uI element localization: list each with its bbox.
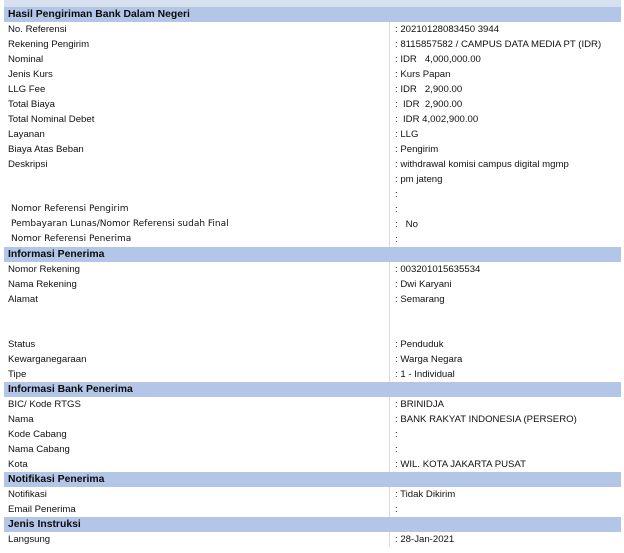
value-deskripsi: : withdrawal komisi campus digital mgmp … xyxy=(390,157,621,202)
transfer-result-table: Hasil Pengiriman Bank Dalam Negeri No. R… xyxy=(4,7,621,547)
row-notifikasi: Notifikasi : Tidak Dikirim xyxy=(4,487,621,502)
row-layanan: Layanan : LLG xyxy=(4,127,621,142)
label-nominal: Nominal xyxy=(4,52,390,67)
value-email-penerima: : xyxy=(390,502,621,517)
value-langsung: : 28-Jan-2021 xyxy=(390,532,621,547)
value-total-nominal-debet: : IDR 4,002,900.00 xyxy=(390,112,621,127)
label-nama-bank: Nama xyxy=(4,412,390,427)
row-alamat: Alamat : Semarang xyxy=(4,292,621,337)
section-header-hasil: Hasil Pengiriman Bank Dalam Negeri xyxy=(4,7,621,22)
section-header-bank: Informasi Bank Penerima xyxy=(4,382,621,397)
label-langsung: Langsung xyxy=(4,532,390,547)
label-no-referensi: No. Referensi xyxy=(4,22,390,37)
row-nomor-referensi-penerima: Nomor Referensi Penerima : xyxy=(4,232,621,247)
label-alamat: Alamat xyxy=(4,292,390,337)
value-pembayaran-lunas: : No xyxy=(390,217,621,232)
label-notifikasi: Notifikasi xyxy=(4,487,390,502)
label-jenis-kurs: Jenis Kurs xyxy=(4,67,390,82)
value-nominal: : IDR 4,000,000.00 xyxy=(390,52,621,67)
value-nama-cabang: : xyxy=(390,442,621,457)
label-rekening-pengirim: Rekening Pengirim xyxy=(4,37,390,52)
row-status: Status : Penduduk xyxy=(4,337,621,352)
value-rekening-pengirim: : 8115857582 / CAMPUS DATA MEDIA PT (IDR… xyxy=(390,37,621,52)
row-nama-bank: Nama : BANK RAKYAT INDONESIA (PERSERO) xyxy=(4,412,621,427)
value-bic: : BRINIDJA xyxy=(390,397,621,412)
label-total-nominal-debet: Total Nominal Debet xyxy=(4,112,390,127)
value-llg-fee: : IDR 2,900.00 xyxy=(390,82,621,97)
row-total-nominal-debet: Total Nominal Debet : IDR 4,002,900.00 xyxy=(4,112,621,127)
row-tipe: Tipe : 1 - Individual xyxy=(4,367,621,382)
value-total-biaya: : IDR 2,900.00 xyxy=(390,97,621,112)
label-kewarganegaraan: Kewarganegaraan xyxy=(4,352,390,367)
label-nomor-referensi-penerima: Nomor Referensi Penerima xyxy=(4,232,390,247)
row-total-biaya: Total Biaya : IDR 2,900.00 xyxy=(4,97,621,112)
value-no-referensi: : 20210128083450 3944 xyxy=(390,22,621,37)
section-header-notifikasi: Notifikasi Penerima xyxy=(4,472,621,487)
row-langsung: Langsung : 28-Jan-2021 xyxy=(4,532,621,547)
row-nominal: Nominal : IDR 4,000,000.00 xyxy=(4,52,621,67)
row-biaya-atas-beban: Biaya Atas Beban : Pengirim xyxy=(4,142,621,157)
label-layanan: Layanan xyxy=(4,127,390,142)
row-no-referensi: No. Referensi : 20210128083450 3944 xyxy=(4,22,621,37)
label-nama-rekening: Nama Rekening xyxy=(4,277,390,292)
value-alamat: : Semarang xyxy=(390,292,621,337)
value-status: : Penduduk xyxy=(390,337,621,352)
value-notifikasi: : Tidak Dikirim xyxy=(390,487,621,502)
value-nomor-rekening: : 003201015635534 xyxy=(390,262,621,277)
section-header-instruksi: Jenis Instruksi xyxy=(4,517,621,532)
label-total-biaya: Total Biaya xyxy=(4,97,390,112)
deskripsi-line-2: : pm jateng xyxy=(395,174,443,185)
label-pembayaran-lunas: Pembayaran Lunas/Nomor Referensi sudah F… xyxy=(4,217,390,232)
row-llg-fee: LLG Fee : IDR 2,900.00 xyxy=(4,82,621,97)
row-kode-cabang: Kode Cabang : xyxy=(4,427,621,442)
label-biaya-atas-beban: Biaya Atas Beban xyxy=(4,142,390,157)
label-status: Status xyxy=(4,337,390,352)
row-bic: BIC/ Kode RTGS : BRINIDJA xyxy=(4,397,621,412)
row-kota: Kota : WIL. KOTA JAKARTA PUSAT xyxy=(4,457,621,472)
row-nomor-referensi-pengirim: Nomor Referensi Pengirim : xyxy=(4,202,621,217)
row-pembayaran-lunas: Pembayaran Lunas/Nomor Referensi sudah F… xyxy=(4,217,621,232)
label-nomor-rekening: Nomor Rekening xyxy=(4,262,390,277)
label-bic: BIC/ Kode RTGS xyxy=(4,397,390,412)
value-biaya-atas-beban: : Pengirim xyxy=(390,142,621,157)
label-kota: Kota xyxy=(4,457,390,472)
value-nomor-referensi-penerima: : xyxy=(390,232,621,247)
deskripsi-line-1: : withdrawal komisi campus digital mgmp xyxy=(395,159,569,170)
label-email-penerima: Email Penerima xyxy=(4,502,390,517)
value-nomor-referensi-pengirim: : xyxy=(390,202,621,217)
value-tipe: : 1 - Individual xyxy=(390,367,621,382)
section-header-penerima: Informasi Penerima xyxy=(4,247,621,262)
label-deskripsi: Deskripsi xyxy=(4,157,390,202)
row-deskripsi: Deskripsi : withdrawal komisi campus dig… xyxy=(4,157,621,202)
row-kewarganegaraan: Kewarganegaraan : Warga Negara xyxy=(4,352,621,367)
row-email-penerima: Email Penerima : xyxy=(4,502,621,517)
row-jenis-kurs: Jenis Kurs : Kurs Papan xyxy=(4,67,621,82)
label-nama-cabang: Nama Cabang xyxy=(4,442,390,457)
value-nama-rekening: : Dwi Karyani xyxy=(390,277,621,292)
value-jenis-kurs: : Kurs Papan xyxy=(390,67,621,82)
row-nomor-rekening: Nomor Rekening : 003201015635534 xyxy=(4,262,621,277)
value-kota: : WIL. KOTA JAKARTA PUSAT xyxy=(390,457,621,472)
value-kewarganegaraan: : Warga Negara xyxy=(390,352,621,367)
label-kode-cabang: Kode Cabang xyxy=(4,427,390,442)
value-nama-bank: : BANK RAKYAT INDONESIA (PERSERO) xyxy=(390,412,621,427)
top-strip xyxy=(4,0,621,7)
value-kode-cabang: : xyxy=(390,427,621,442)
row-nama-rekening: Nama Rekening : Dwi Karyani xyxy=(4,277,621,292)
row-rekening-pengirim: Rekening Pengirim : 8115857582 / CAMPUS … xyxy=(4,37,621,52)
value-layanan: : LLG xyxy=(390,127,621,142)
label-tipe: Tipe xyxy=(4,367,390,382)
row-nama-cabang: Nama Cabang : xyxy=(4,442,621,457)
deskripsi-line-3: : xyxy=(395,189,398,200)
label-llg-fee: LLG Fee xyxy=(4,82,390,97)
label-nomor-referensi-pengirim: Nomor Referensi Pengirim xyxy=(4,202,390,217)
